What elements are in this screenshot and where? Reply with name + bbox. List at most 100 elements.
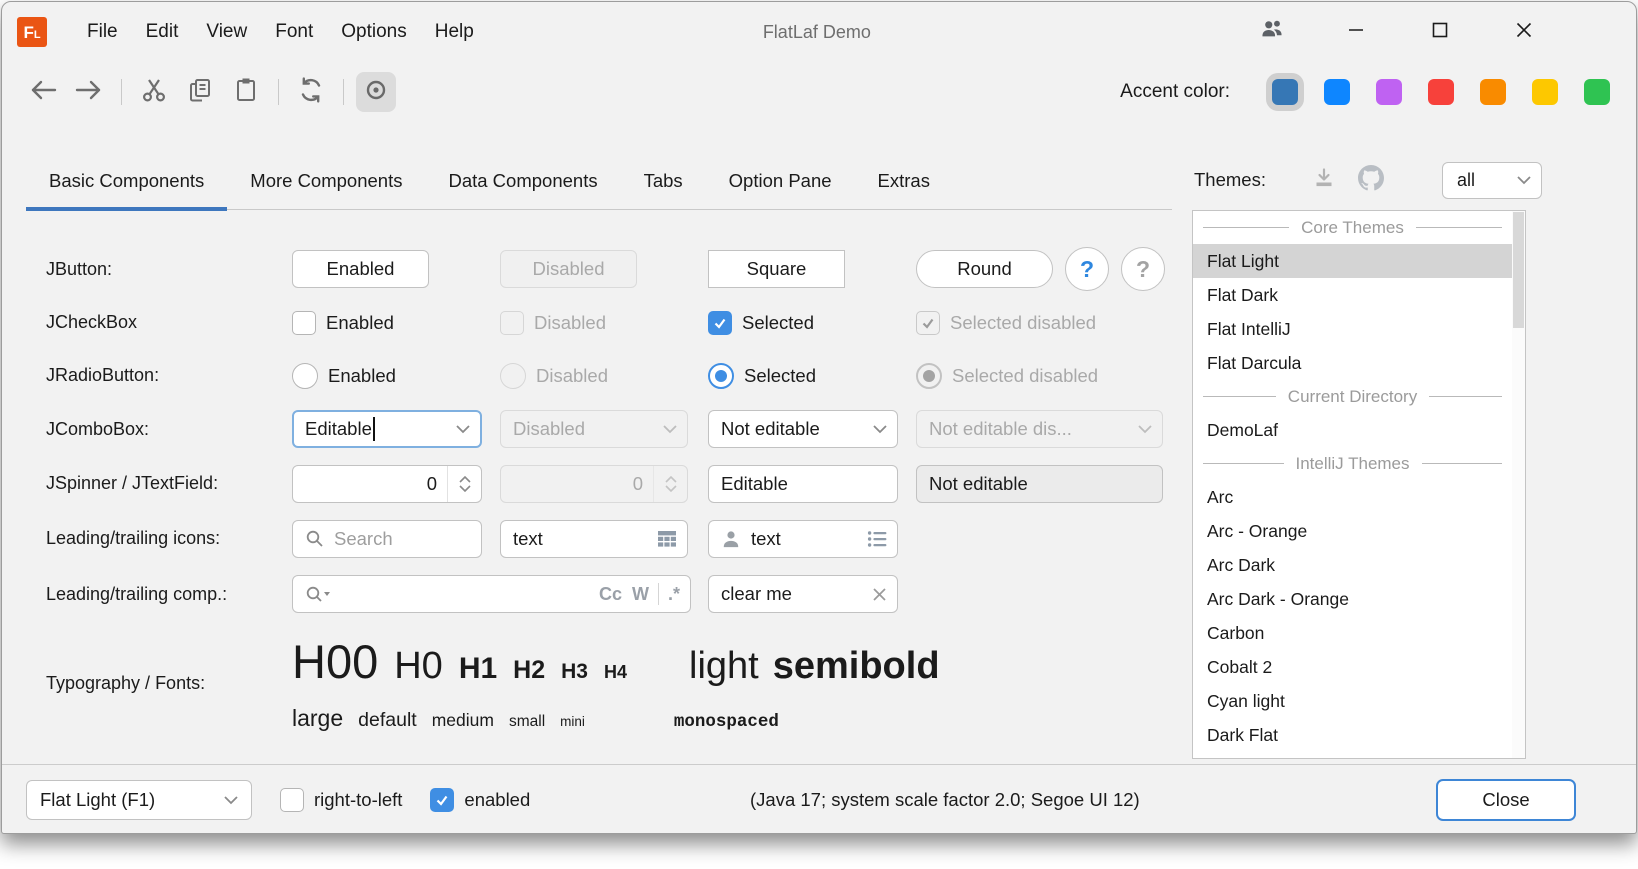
refresh-icon	[297, 76, 325, 109]
radio-enabled[interactable]: Enabled	[292, 363, 396, 389]
combobox-editable[interactable]: Editable	[292, 410, 482, 448]
theme-item-flat-light[interactable]: Flat Light	[1193, 244, 1512, 278]
radio-selected[interactable]: Selected	[708, 363, 816, 389]
tab-option-pane[interactable]: Option Pane	[706, 152, 855, 209]
theme-item-demolaf[interactable]: DemoLaf	[1193, 413, 1512, 447]
textfield-leading-trailing-icons[interactable]: text	[708, 520, 898, 558]
clearable-textfield[interactable]: clear me	[708, 575, 898, 613]
theme-item-arc[interactable]: Arc	[1193, 480, 1512, 514]
show-hidden-toggle-button[interactable]	[356, 72, 396, 112]
accent-swatch-orange[interactable]	[1480, 79, 1506, 105]
theme-item-flat-dark[interactable]: Flat Dark	[1193, 278, 1512, 312]
textfield-trailing-icon[interactable]: text	[500, 520, 688, 558]
toolbar-separator	[121, 79, 122, 105]
menu-view[interactable]: View	[192, 21, 261, 43]
menu-options[interactable]: Options	[327, 21, 420, 43]
close-button[interactable]: Close	[1436, 779, 1576, 821]
laf-selector-combobox[interactable]: Flat Light (F1)	[26, 780, 252, 820]
spinner-enabled[interactable]: 0	[292, 465, 482, 503]
mini-sample: mini	[560, 714, 585, 729]
themes-filter-combobox[interactable]: all	[1442, 162, 1542, 199]
list-icon[interactable]	[867, 530, 887, 548]
match-case-toggle[interactable]: Cc	[599, 584, 622, 605]
jbutton-row: JButton: Enabled Disabled Square Round ?…	[46, 242, 1192, 296]
cut-button[interactable]	[134, 72, 174, 112]
accent-swatch-steel-blue[interactable]	[1272, 79, 1298, 105]
checkbox-enabled[interactable]: Enabled	[292, 311, 394, 335]
round-button[interactable]: Round	[916, 250, 1053, 288]
download-icon[interactable]	[1312, 166, 1336, 195]
search-field-with-options[interactable]: Cc W .*	[292, 575, 691, 613]
menu-file[interactable]: File	[73, 21, 132, 43]
theme-item-cyan-light[interactable]: Cyan light	[1193, 684, 1512, 718]
menu-help[interactable]: Help	[421, 21, 488, 43]
regex-toggle[interactable]: .*	[668, 584, 680, 605]
accent-swatch-purple[interactable]	[1376, 79, 1402, 105]
minimize-icon	[1345, 19, 1367, 46]
accent-swatch-red[interactable]	[1428, 79, 1454, 105]
large-sample: large	[292, 705, 343, 732]
whole-word-toggle[interactable]: W	[632, 584, 649, 605]
theme-item-carbon[interactable]: Carbon	[1193, 616, 1512, 650]
square-button[interactable]: Square	[708, 250, 845, 288]
menubar: FileEditViewFontOptionsHelp	[73, 21, 488, 43]
users-button[interactable]	[1230, 2, 1314, 62]
theme-item-arc-orange[interactable]: Arc - Orange	[1193, 514, 1512, 548]
copy-button[interactable]	[180, 72, 220, 112]
clear-x-icon[interactable]	[872, 587, 887, 602]
enabled-checkbox[interactable]: enabled	[430, 788, 530, 812]
themes-label: Themes:	[1194, 169, 1266, 191]
themes-header: Themes: all	[1194, 154, 1542, 206]
theme-item-arc-dark-orange[interactable]: Arc Dark - Orange	[1193, 582, 1512, 616]
theme-item-dark-flat[interactable]: Dark Flat	[1193, 718, 1512, 752]
checkbox-selected-disabled: Selected disabled	[916, 311, 1096, 335]
minimize-button[interactable]	[1314, 2, 1398, 62]
tab-data-components[interactable]: Data Components	[425, 152, 620, 209]
accent-swatch-green[interactable]	[1584, 79, 1610, 105]
textfield-editable[interactable]: Editable	[708, 465, 898, 503]
icons-row-label: Leading/trailing icons:	[46, 528, 292, 549]
jcheckbox-row: JCheckBox Enabled Disabled Selected Sele…	[46, 296, 1192, 349]
checkbox-selected[interactable]: Selected	[708, 311, 814, 335]
paste-button[interactable]	[226, 72, 266, 112]
typography-row: Typography / Fonts: H00 H0 H1 H2 H3 H4 l…	[46, 634, 1192, 732]
typography-sizes: large default medium small mini monospac…	[292, 705, 940, 732]
close-window-button[interactable]	[1482, 2, 1566, 62]
users-icon	[1259, 17, 1285, 48]
accent-swatch-yellow[interactable]	[1532, 79, 1558, 105]
typography-samples: H00 H0 H1 H2 H3 H4 light semibold large …	[292, 634, 940, 732]
maximize-button[interactable]	[1398, 2, 1482, 62]
clipboard-icon	[232, 76, 260, 109]
enabled-button[interactable]: Enabled	[292, 250, 429, 288]
menu-edit[interactable]: Edit	[132, 21, 193, 43]
theme-item-arc-dark[interactable]: Arc Dark	[1193, 548, 1512, 582]
theme-item-cobalt-2[interactable]: Cobalt 2	[1193, 650, 1512, 684]
scrollbar-thumb[interactable]	[1513, 212, 1524, 328]
accent-swatch-blue[interactable]	[1324, 79, 1350, 105]
spinner-buttons[interactable]	[447, 466, 481, 502]
app-logo: FL	[17, 17, 47, 47]
combobox-not-editable[interactable]: Not editable	[708, 410, 898, 448]
tab-basic-components[interactable]: Basic Components	[26, 152, 227, 209]
back-button[interactable]	[23, 72, 63, 112]
checkbox-checked-icon	[916, 311, 940, 335]
theme-item-flat-darcula[interactable]: Flat Darcula	[1193, 346, 1512, 380]
themes-scrollbar[interactable]	[1512, 211, 1525, 758]
theme-item-flat-intellij[interactable]: Flat IntelliJ	[1193, 312, 1512, 346]
tab-more-components[interactable]: More Components	[227, 152, 425, 209]
menu-font[interactable]: Font	[261, 21, 327, 43]
typography-headings: H00 H0 H1 H2 H3 H4 light semibold	[292, 634, 940, 689]
h00-sample: H00	[292, 634, 378, 689]
github-icon[interactable]	[1358, 165, 1384, 196]
chevron-down-icon	[446, 424, 480, 434]
magnifier-dropdown-icon[interactable]	[305, 585, 331, 604]
search-field[interactable]: Search	[292, 520, 482, 558]
tab-tabs[interactable]: Tabs	[621, 152, 706, 209]
right-to-left-checkbox[interactable]: right-to-left	[280, 788, 402, 812]
help-button[interactable]: ?	[1065, 247, 1109, 291]
table-icon[interactable]	[657, 530, 677, 548]
radio-unselected-icon	[292, 363, 318, 389]
forward-button[interactable]	[69, 72, 109, 112]
tab-extras[interactable]: Extras	[855, 152, 953, 209]
refresh-button[interactable]	[291, 72, 331, 112]
